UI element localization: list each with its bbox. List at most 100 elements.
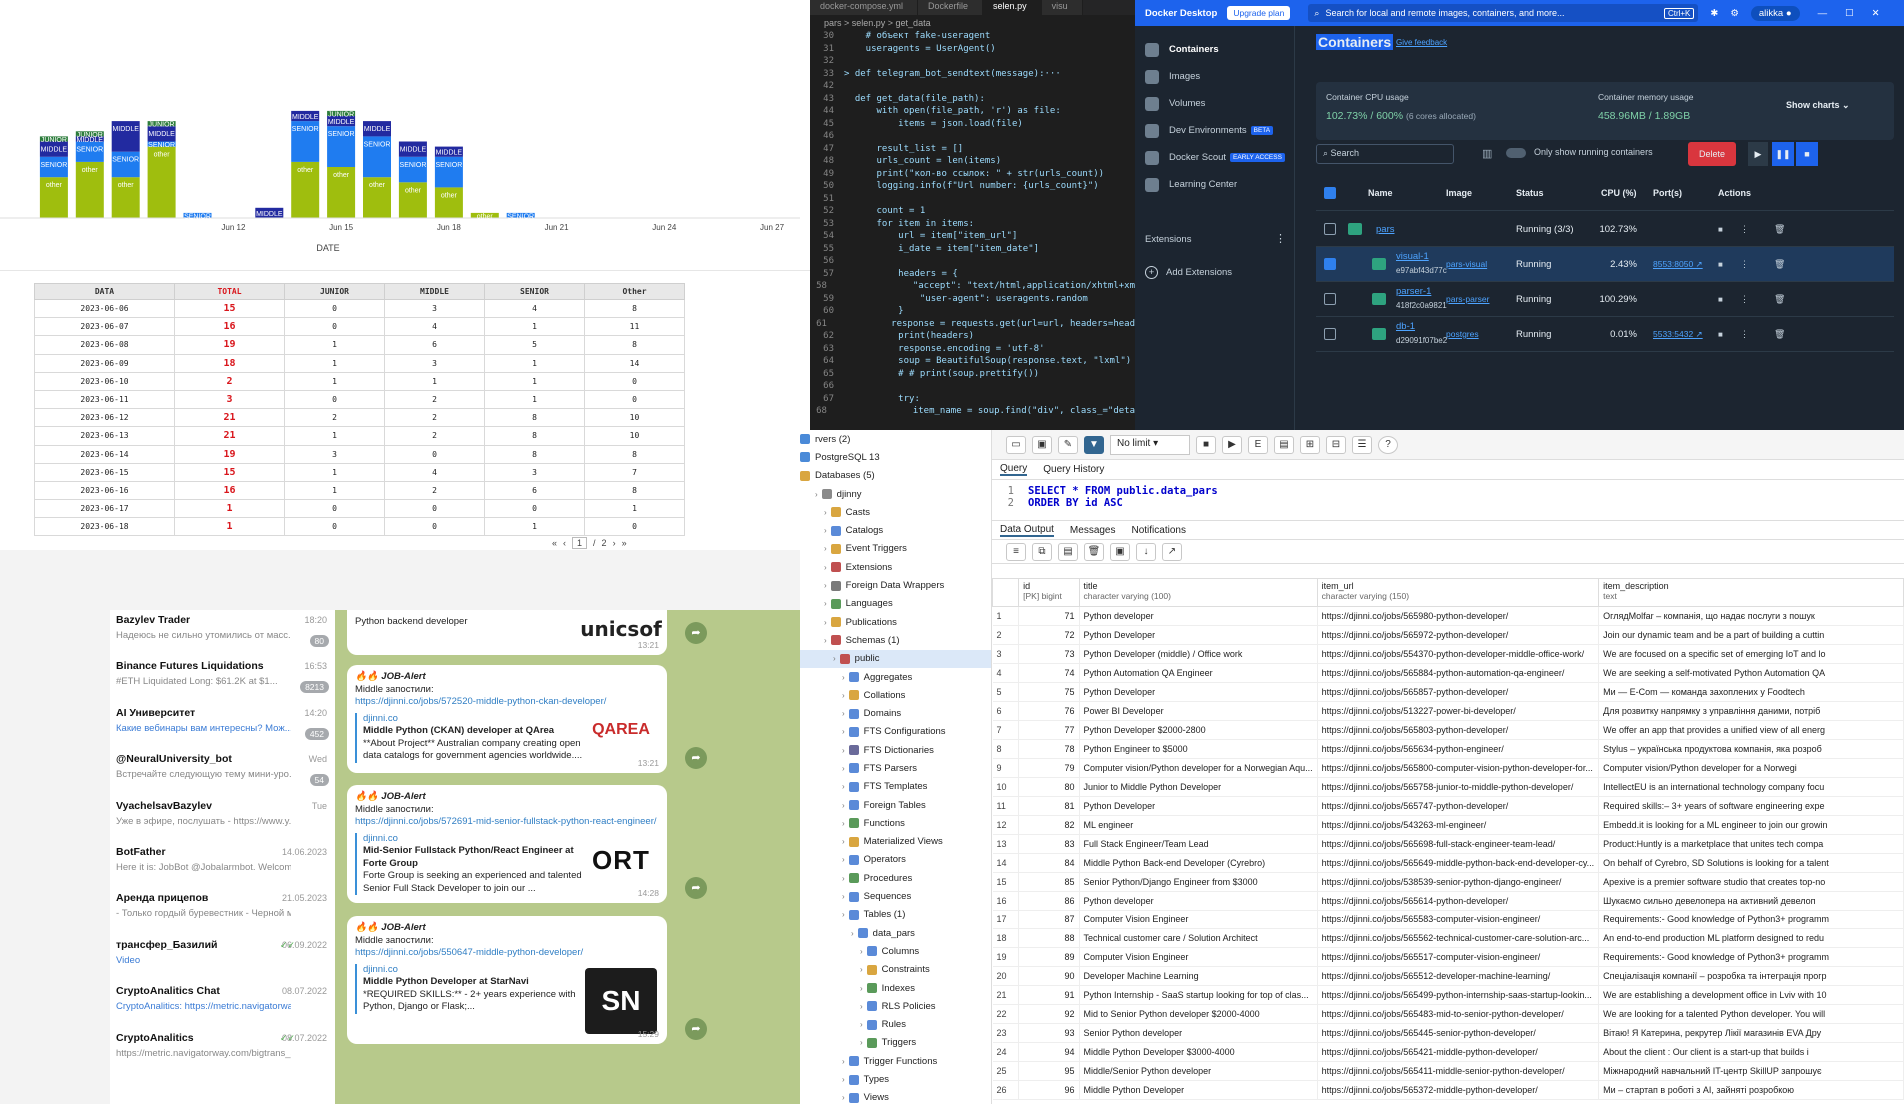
query-tab[interactable]: Query	[1000, 463, 1028, 476]
grid-cell[interactable]: https://djinni.co/jobs/565857-python-dev…	[1317, 682, 1600, 702]
grid-cell[interactable]: Required skills:– 3+ years of software e…	[1598, 796, 1904, 816]
paste-icon[interactable]: ▤	[1058, 542, 1078, 561]
more-icon[interactable]: ⋮	[1740, 259, 1749, 270]
graph-icon[interactable]: ↗	[1162, 542, 1182, 561]
container-port[interactable]: 5533:5432 ↗	[1653, 329, 1703, 340]
grid-cell[interactable]: On behalf of Cyrebro, SD Solutions is lo…	[1598, 853, 1904, 873]
grid-cell[interactable]: Ми — E-Com — команда захоплених у Foodte…	[1598, 682, 1904, 702]
chevron-icon[interactable]: ›	[842, 727, 845, 736]
select-all-checkbox[interactable]	[1324, 187, 1336, 199]
tree-node[interactable]: Databases (5)	[800, 467, 991, 485]
chat-list-item[interactable]: AI Университет Какие вебинары вам интерес…	[110, 703, 335, 749]
grid-cell[interactable]: Embedd.it is looking for a ML engineer t…	[1598, 815, 1904, 835]
chevron-icon[interactable]: ›	[842, 837, 845, 846]
forward-icon[interactable]: ➦	[685, 622, 707, 644]
grid-cell[interactable]: Python Engineer to $5000	[1079, 739, 1318, 759]
column-header[interactable]: Actions	[1718, 188, 1751, 198]
grid-cell[interactable]: Computer vision/Python developer for a N…	[1079, 758, 1318, 778]
column-header[interactable]: CPU (%)	[1601, 188, 1637, 198]
container-row[interactable]: parser-1 418f2c0a9821 pars-parser Running 10…	[1316, 282, 1894, 317]
chevron-icon[interactable]: ›	[842, 709, 845, 718]
tree-node[interactable]: PostgreSQL 13	[800, 448, 991, 466]
container-name[interactable]: visual-1	[1396, 251, 1429, 262]
chevron-icon[interactable]: ›	[824, 526, 827, 535]
grid-cell[interactable]: 9	[992, 758, 1020, 778]
chevron-icon[interactable]: ›	[824, 636, 827, 645]
grid-cell[interactable]: https://djinni.co/jobs/565421-middle-pyt…	[1317, 1042, 1600, 1063]
grid-cell[interactable]: https://djinni.co/jobs/565649-middle-pyt…	[1317, 853, 1600, 873]
stop-icon[interactable]: ■	[1718, 260, 1723, 269]
grid-cell[interactable]: An end-to-end production ML platform des…	[1598, 928, 1904, 949]
grid-cell[interactable]: We offer an app that provides a unified …	[1598, 720, 1904, 740]
tree-node[interactable]: › RLS Policies	[800, 997, 991, 1015]
grid-cell[interactable]: Mid to Senior Python developer $2000-400…	[1079, 1004, 1318, 1025]
pause-button[interactable]: ❚❚	[1772, 142, 1794, 166]
table-row[interactable]: 1 71 Python developer https://djinni.co/job…	[992, 606, 1904, 626]
minimize-icon[interactable]: —	[1818, 8, 1828, 19]
grid-cell[interactable]: https://djinni.co/jobs/565800-computer-v…	[1317, 758, 1600, 778]
container-name[interactable]: parser-1	[1396, 286, 1431, 297]
tree-node[interactable]: › Materialized Views	[800, 833, 991, 851]
grid-cell[interactable]: 88	[1018, 928, 1080, 949]
column-header[interactable]: JUNIOR	[284, 283, 385, 300]
column-header[interactable]: Name	[1368, 188, 1393, 198]
tree-node[interactable]: › Trigger Functions	[800, 1052, 991, 1070]
grid-cell[interactable]: 14	[992, 853, 1020, 873]
chevron-icon[interactable]: ›	[860, 1002, 863, 1011]
column-header[interactable]: Image	[1446, 188, 1472, 198]
add-extensions[interactable]: + Add Extensions	[1145, 266, 1232, 279]
chevron-icon[interactable]: ›	[842, 691, 845, 700]
running-toggle[interactable]	[1506, 148, 1526, 158]
grid-cell[interactable]: 73	[1018, 644, 1080, 664]
container-row[interactable]: db-1 d29091f07be2 postgres Running 0.01% 5533…	[1316, 317, 1894, 352]
grid-cell[interactable]: We are focused on a specific set of emer…	[1598, 644, 1904, 664]
grid-cell[interactable]: Для розвитку напрямку з управління даним…	[1598, 701, 1904, 721]
tree-node[interactable]: › FTS Dictionaries	[800, 741, 991, 759]
chevron-icon[interactable]: ›	[860, 947, 863, 956]
bug-icon[interactable]: ✱	[1710, 8, 1718, 19]
chevron-icon[interactable]: ›	[842, 910, 845, 919]
help-icon[interactable]: ?	[1378, 435, 1398, 454]
grid-cell[interactable]: Python Automation QA Engineer	[1079, 663, 1318, 683]
pager-next[interactable]: ›	[613, 538, 616, 548]
chevron-icon[interactable]: ›	[860, 984, 863, 993]
chevron-icon[interactable]: ›	[842, 1093, 845, 1102]
table-row[interactable]: 17 87 Computer Vision Engineer https://djin…	[992, 910, 1904, 930]
macros-icon[interactable]: ☰	[1352, 435, 1372, 454]
tree-node[interactable]: › Views	[800, 1089, 991, 1104]
table-row[interactable]: 8 78 Python Engineer to $5000 https://djinn…	[992, 739, 1904, 759]
column-header[interactable]: Port(s)	[1653, 188, 1682, 198]
tree-node[interactable]: › Aggregates	[800, 668, 991, 686]
tree-node[interactable]: › Casts	[800, 503, 991, 521]
grid-cell[interactable]: Python Developer $2000-2800	[1079, 720, 1318, 740]
download-icon[interactable]: ↓	[1136, 542, 1156, 561]
tree-node[interactable]: › Foreign Tables	[800, 796, 991, 814]
grid-cell[interactable]: 19	[992, 947, 1020, 968]
stop-icon[interactable]: ■	[1718, 225, 1723, 234]
grid-cell[interactable]: Python Developer	[1079, 682, 1318, 702]
tree-node[interactable]: › FTS Parsers	[800, 759, 991, 777]
editor-tab[interactable]: docker-compose.yml	[810, 0, 919, 15]
grid-cell[interactable]: 1	[992, 606, 1020, 626]
more-icon[interactable]: ⋮	[1740, 224, 1749, 235]
grid-cell[interactable]: https://djinni.co/jobs/538539-senior-pyt…	[1317, 872, 1600, 892]
grid-cell[interactable]: Join our dynamic team and be a part of b…	[1598, 625, 1904, 645]
grid-cell[interactable]: Python developer	[1079, 891, 1318, 911]
container-row[interactable]: visual-1 e97abf43d77c pars-visual Running 2.…	[1316, 247, 1894, 282]
show-charts-toggle[interactable]: Show charts ⌄	[1786, 100, 1850, 111]
grid-cell[interactable]: https://djinni.co/jobs/565499-python-int…	[1317, 985, 1600, 1006]
table-row[interactable]: 4 74 Python Automation QA Engineer https://…	[992, 663, 1904, 683]
grid-cell[interactable]: 77	[1018, 720, 1080, 740]
grid-cell[interactable]: 83	[1018, 834, 1080, 854]
container-search-input[interactable]: ⌕ Search	[1316, 144, 1454, 164]
column-header[interactable]: TOTAL	[174, 283, 285, 300]
table-row[interactable]: 12 82 ML engineer https://djinni.co/jobs/54…	[992, 815, 1904, 835]
tree-node[interactable]: › Catalogs	[800, 521, 991, 539]
chat-list-item[interactable]: трансфер_Базилий Video 06.09.2022 ✓✓	[110, 935, 335, 981]
tree-node[interactable]: › Indexes	[800, 979, 991, 997]
grid-cell[interactable]: Stylus – українська продуктова компанія,…	[1598, 739, 1904, 759]
row-checkbox[interactable]	[1324, 328, 1336, 340]
table-row[interactable]: 25 95 Middle/Senior Python developer https:…	[992, 1061, 1904, 1082]
rollback-icon[interactable]: ⊟	[1326, 435, 1346, 454]
execute-icon[interactable]: ▶	[1222, 435, 1242, 454]
